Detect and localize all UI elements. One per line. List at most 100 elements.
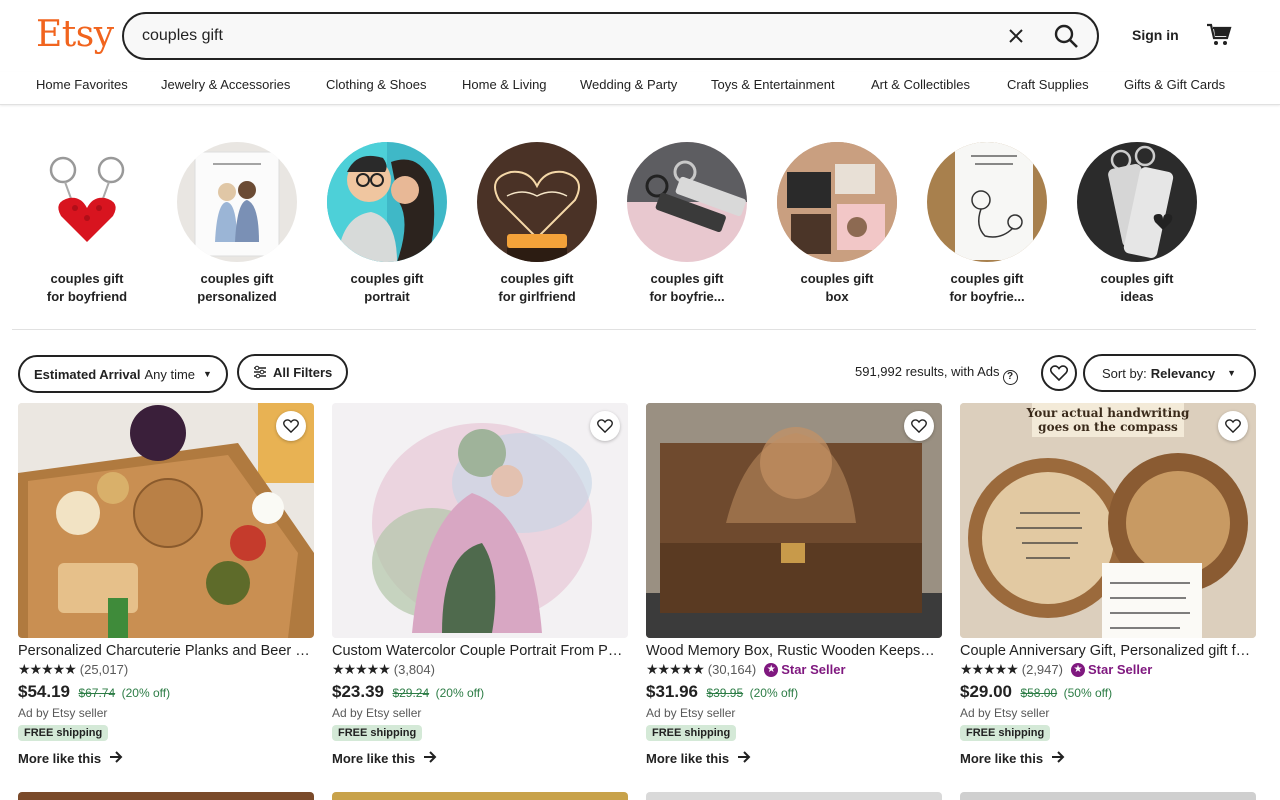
product-title[interactable]: Couple Anniversary Gift, Personalized gi… [960,643,1256,659]
cart-icon[interactable] [1206,22,1232,48]
free-shipping-badge: FREE shipping [646,725,737,741]
search-bar[interactable] [122,12,1099,60]
nav-home-favorites[interactable]: Home Favorites [36,77,128,92]
nav-toys-entertainment[interactable]: Toys & Entertainment [711,77,835,92]
review-count: (3,804) [393,662,435,677]
category-label: couples gift for boyfrie... [649,271,725,304]
save-search-heart-icon[interactable] [1041,355,1077,391]
category-image [177,142,297,262]
sign-in-link[interactable]: Sign in [1132,27,1179,43]
category-image [1077,142,1197,262]
nav-art-collectibles[interactable]: Art & Collectibles [871,77,970,92]
favorite-heart-icon[interactable] [590,411,620,441]
sale-price: $31.96 [646,682,698,701]
original-price: $29.24 [392,686,430,700]
sort-label: Sort by: [1102,365,1147,381]
rating-row: ★★★★★ (30,164) ★ Star Seller [646,661,942,678]
product-image-peek [332,792,628,800]
product-card[interactable]: Your actual handwriting goes on the comp… [960,403,1256,766]
category-label: couples gift for boyfrie... [949,271,1025,304]
product-card[interactable]: Wood Memory Box, Rustic Wooden Keepsake … [646,403,942,766]
nav-jewelry-accessories[interactable]: Jewelry & Accessories [161,77,290,92]
arrival-label: Estimated Arrival [34,366,141,382]
product-card[interactable]: Personalized Charcuterie Planks and Beer… [18,403,314,766]
all-filters-button[interactable]: All Filters [237,354,349,390]
category-image [327,142,447,262]
price-row: $23.39 $29.24 (20% off) [332,682,628,702]
star-seller-icon: ★ [764,662,779,677]
category-label: couples gift ideas [1100,271,1174,304]
review-count: (2,947) [1021,662,1063,677]
favorite-heart-icon[interactable] [276,411,306,441]
arrow-right-icon [737,751,751,766]
category-nav: Home Favorites Jewelry & Accessories Clo… [0,72,1280,105]
category-label: couples gift portrait [350,271,424,304]
estimated-arrival-dropdown[interactable]: Estimated Arrival Any time ▼ [18,355,228,393]
related-search-6[interactable]: couples gift box [762,142,912,306]
sale-price: $54.19 [18,682,70,701]
star-seller-badge: ★ Star Seller [764,662,846,677]
original-price: $67.74 [78,686,116,700]
category-image [627,142,747,262]
more-like-this-link[interactable]: More like this [332,751,628,766]
related-search-8[interactable]: couples gift ideas [1062,142,1212,306]
product-image-peek [18,792,314,800]
review-count: (30,164) [707,662,757,677]
category-image [477,142,597,262]
search-icon[interactable] [1052,22,1080,50]
star-seller-icon: ★ [1070,662,1085,677]
etsy-logo[interactable]: Etsy [36,14,114,55]
arrival-value: Any time [144,366,196,382]
nav-wedding-party[interactable]: Wedding & Party [580,77,677,92]
compass-banner-text: goes on the compass [1038,420,1178,434]
favorite-heart-icon[interactable] [1218,411,1248,441]
related-search-4[interactable]: couples gift for girlfriend [462,142,612,306]
help-icon[interactable]: ? [1002,370,1018,385]
related-search-5[interactable]: couples gift for boyfrie... [612,142,762,306]
more-like-this-link[interactable]: More like this [18,751,314,766]
more-like-this-link[interactable]: More like this [646,751,942,766]
more-like-this-label: More like this [646,751,730,766]
nav-gifts-gift-cards[interactable]: Gifts & Gift Cards [1124,77,1225,92]
nav-home-living[interactable]: Home & Living [462,77,547,92]
product-image-peek [960,792,1256,800]
product-card[interactable]: Custom Watercolor Couple Portrait From P… [332,403,628,766]
results-text: 591,992 results, with Ads [855,364,1000,379]
ad-label: Ad by Etsy seller [646,706,736,720]
related-search-7[interactable]: couples gift for boyfrie... [912,142,1062,306]
all-filters-label: All Filters [273,364,333,380]
more-like-this-label: More like this [332,751,416,766]
star-rating-icon: ★★★★★ [646,661,705,677]
original-price: $58.00 [1020,686,1058,700]
product-image[interactable]: Your actual handwriting goes on the comp… [960,403,1256,638]
product-title[interactable]: Wood Memory Box, Rustic Wooden Keepsake … [646,643,942,659]
related-search-1[interactable]: couples gift for boyfriend [12,142,162,306]
more-like-this-label: More like this [18,751,102,766]
star-rating-icon: ★★★★★ [332,661,391,677]
favorite-heart-icon[interactable] [904,411,934,441]
results-count: 591,992 results, with Ads? [855,364,1018,385]
category-label: couples gift box [800,271,874,304]
rating-row: ★★★★★ (2,947) ★ Star Seller [960,661,1256,678]
related-search-2[interactable]: couples gift personalized [162,142,312,306]
product-image[interactable] [332,403,628,638]
star-rating-icon: ★★★★★ [18,661,77,677]
ad-label: Ad by Etsy seller [332,706,422,720]
related-search-3[interactable]: couples gift portrait [312,142,462,306]
nav-clothing-shoes[interactable]: Clothing & Shoes [326,77,426,92]
product-image[interactable] [18,403,314,638]
product-image[interactable] [646,403,942,638]
discount: (20% off) [121,686,171,700]
category-image [927,142,1047,262]
nav-craft-supplies[interactable]: Craft Supplies [1007,77,1089,92]
product-title[interactable]: Custom Watercolor Couple Portrait From P… [332,643,628,659]
sort-dropdown[interactable]: Sort by: Relevancy ▼ [1083,354,1256,392]
more-like-this-link[interactable]: More like this [960,751,1256,766]
category-image [27,142,147,262]
arrow-right-icon [109,751,123,766]
product-title[interactable]: Personalized Charcuterie Planks and Beer… [18,643,314,659]
close-icon[interactable] [1004,24,1028,48]
sort-value: Relevancy [1150,365,1216,381]
search-input[interactable] [142,14,982,58]
price-row: $54.19 $67.74 (20% off) [18,682,314,702]
